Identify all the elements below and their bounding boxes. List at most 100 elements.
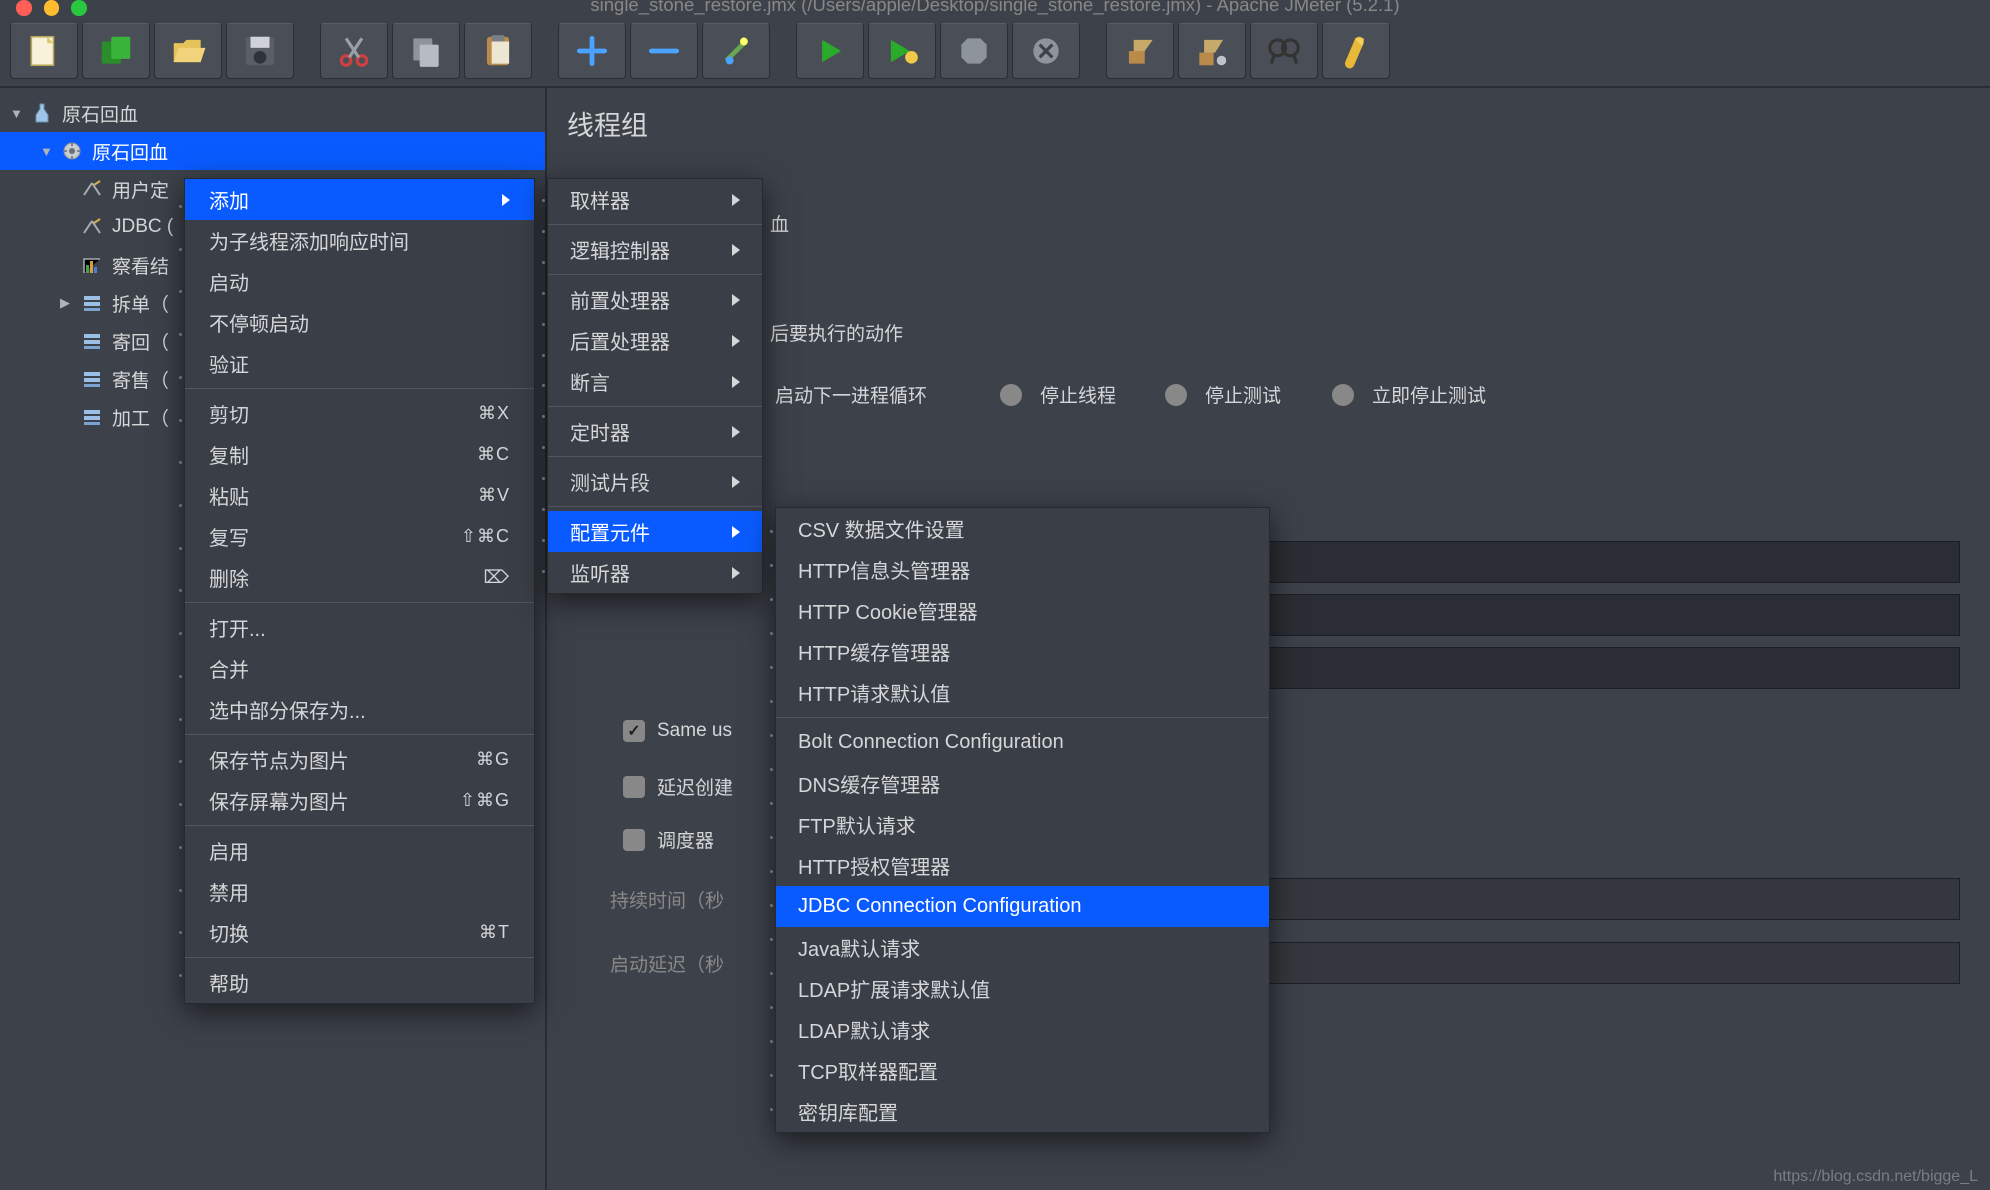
context-menu-item[interactable]: 为子线程添加响应时间 <box>185 220 534 261</box>
context-menu-item[interactable]: 删除⌦ <box>185 557 534 598</box>
window-title: single_stone_restore.jmx (/Users/apple/D… <box>590 0 1399 16</box>
submenu-label: 前置处理器 <box>570 285 670 314</box>
toggle-button[interactable] <box>702 23 770 79</box>
checkbox-icon <box>623 829 645 851</box>
submenu-label: 断言 <box>570 367 610 396</box>
submenu-item[interactable]: 配置元件 <box>548 511 762 552</box>
submenu-arrow-icon <box>732 244 740 256</box>
window-close[interactable] <box>16 0 32 16</box>
config-element-submenu[interactable]: CSV 数据文件设置HTTP信息头管理器HTTP Cookie管理器HTTP缓存… <box>775 507 1270 1133</box>
copy-button[interactable] <box>392 23 460 79</box>
context-menu-item[interactable]: 帮助 <box>185 962 534 1003</box>
context-menu-label: 剪切 <box>209 399 249 428</box>
submenu-label: 取样器 <box>570 185 630 214</box>
cut-button[interactable] <box>320 23 388 79</box>
config-element-item[interactable]: HTTP请求默认值 <box>776 672 1269 713</box>
submenu-item[interactable]: 断言 <box>548 361 762 402</box>
delayed-label: 延迟创建 <box>657 773 733 800</box>
shutdown-button[interactable] <box>1012 23 1080 79</box>
context-menu-label: 选中部分保存为... <box>209 695 366 724</box>
context-menu-item[interactable]: 验证 <box>185 343 534 384</box>
tree-threadgroup[interactable]: ▼ 原石回血 <box>0 132 545 170</box>
clear-all-button[interactable] <box>1178 23 1246 79</box>
delayed-start-checkbox[interactable]: 延迟创建 <box>623 773 733 800</box>
scheduler-checkbox[interactable]: 调度器 <box>623 826 714 853</box>
context-menu-item[interactable]: 保存屏幕为图片⇧⌘G <box>185 780 534 821</box>
config-element-item[interactable]: FTP默认请求 <box>776 804 1269 845</box>
config-element-item[interactable]: JDBC Connection Configuration <box>776 886 1269 927</box>
add-submenu[interactable]: 取样器逻辑控制器前置处理器后置处理器断言定时器测试片段配置元件监听器 <box>547 178 763 594</box>
submenu-item[interactable]: 后置处理器 <box>548 320 762 361</box>
context-menu-item[interactable]: 禁用 <box>185 871 534 912</box>
collapse-button[interactable] <box>630 23 698 79</box>
stop-button[interactable] <box>940 23 1008 79</box>
tree-item-label: 寄回（ <box>112 328 169 355</box>
context-menu-label: 为子线程添加响应时间 <box>209 226 409 255</box>
radio-label: 启动下一进程循环 <box>775 381 927 408</box>
window-zoom[interactable] <box>71 0 87 16</box>
context-menu-item[interactable]: 保存节点为图片⌘G <box>185 739 534 780</box>
config-element-item[interactable]: Java默认请求 <box>776 927 1269 968</box>
radio-stop-test[interactable]: 停止测试 <box>1165 381 1281 408</box>
new-button[interactable] <box>10 23 78 79</box>
context-menu-label: 帮助 <box>209 968 249 997</box>
context-menu[interactable]: 添加为子线程添加响应时间启动不停顿启动验证剪切⌘X复制⌘C粘贴⌘V复写⇧⌘C删除… <box>184 178 535 1004</box>
tree-toggle-icon[interactable]: ▶ <box>60 295 78 311</box>
radio-stop-test-now[interactable]: 立即停止测试 <box>1332 381 1486 408</box>
context-menu-item[interactable]: 切换⌘T <box>185 912 534 953</box>
context-menu-item[interactable]: 添加 <box>185 179 534 220</box>
radio-next-loop[interactable]: 启动下一进程循环 <box>775 381 927 408</box>
context-menu-item[interactable]: 合并 <box>185 648 534 689</box>
tree-toggle-icon[interactable]: ▼ <box>10 106 28 121</box>
config-element-item[interactable]: Bolt Connection Configuration <box>776 722 1269 763</box>
start-button[interactable] <box>796 23 864 79</box>
tree-root-label: 原石回血 <box>62 100 138 127</box>
submenu-item[interactable]: 逻辑控制器 <box>548 229 762 270</box>
submenu-item[interactable]: 前置处理器 <box>548 279 762 320</box>
config-element-item[interactable]: 密钥库配置 <box>776 1091 1269 1132</box>
search-button[interactable] <box>1250 23 1318 79</box>
same-user-checkbox[interactable]: Same us <box>623 720 732 742</box>
same-user-label: Same us <box>657 720 732 742</box>
config-element-item[interactable]: LDAP扩展请求默认值 <box>776 968 1269 1009</box>
radio-stop-thread[interactable]: 停止线程 <box>1000 381 1116 408</box>
context-menu-item[interactable]: 启动 <box>185 261 534 302</box>
context-menu-item[interactable]: 复写⇧⌘C <box>185 516 534 557</box>
templates-button[interactable] <box>82 23 150 79</box>
controller-icon <box>78 367 106 391</box>
config-element-item[interactable]: HTTP缓存管理器 <box>776 631 1269 672</box>
context-menu-item[interactable]: 剪切⌘X <box>185 393 534 434</box>
paste-button[interactable] <box>464 23 532 79</box>
submenu-item[interactable]: 测试片段 <box>548 461 762 502</box>
scheduler-label: 调度器 <box>657 826 714 853</box>
window-minimize[interactable] <box>44 0 60 16</box>
context-menu-item[interactable]: 复制⌘C <box>185 434 534 475</box>
context-menu-item[interactable]: 启用 <box>185 830 534 871</box>
shortcut-label: ⌦ <box>484 567 510 588</box>
context-menu-item[interactable]: 不停顿启动 <box>185 302 534 343</box>
submenu-item[interactable]: 取样器 <box>548 179 762 220</box>
clear-button[interactable] <box>1106 23 1174 79</box>
reset-search-button[interactable] <box>1322 23 1390 79</box>
save-button[interactable] <box>226 23 294 79</box>
config-element-item[interactable]: HTTP授权管理器 <box>776 845 1269 886</box>
context-menu-item[interactable]: 选中部分保存为... <box>185 689 534 730</box>
context-menu-item[interactable]: 粘贴⌘V <box>185 475 534 516</box>
open-button[interactable] <box>154 23 222 79</box>
config-element-item[interactable]: HTTP Cookie管理器 <box>776 590 1269 631</box>
submenu-item[interactable]: 定时器 <box>548 411 762 452</box>
expand-button[interactable] <box>558 23 626 79</box>
context-menu-label: 打开... <box>209 613 266 642</box>
context-menu-item[interactable]: 打开... <box>185 607 534 648</box>
tree-root[interactable]: ▼ 原石回血 <box>0 94 545 132</box>
toolbar <box>0 16 1990 88</box>
config-element-item[interactable]: CSV 数据文件设置 <box>776 508 1269 549</box>
start-no-timers-button[interactable] <box>868 23 936 79</box>
config-element-item[interactable]: TCP取样器配置 <box>776 1050 1269 1091</box>
config-element-item[interactable]: HTTP信息头管理器 <box>776 549 1269 590</box>
config-element-item[interactable]: DNS缓存管理器 <box>776 763 1269 804</box>
context-menu-label: 添加 <box>209 185 249 214</box>
config-element-item[interactable]: LDAP默认请求 <box>776 1009 1269 1050</box>
tree-toggle-icon[interactable]: ▼ <box>40 144 58 159</box>
submenu-item[interactable]: 监听器 <box>548 552 762 593</box>
